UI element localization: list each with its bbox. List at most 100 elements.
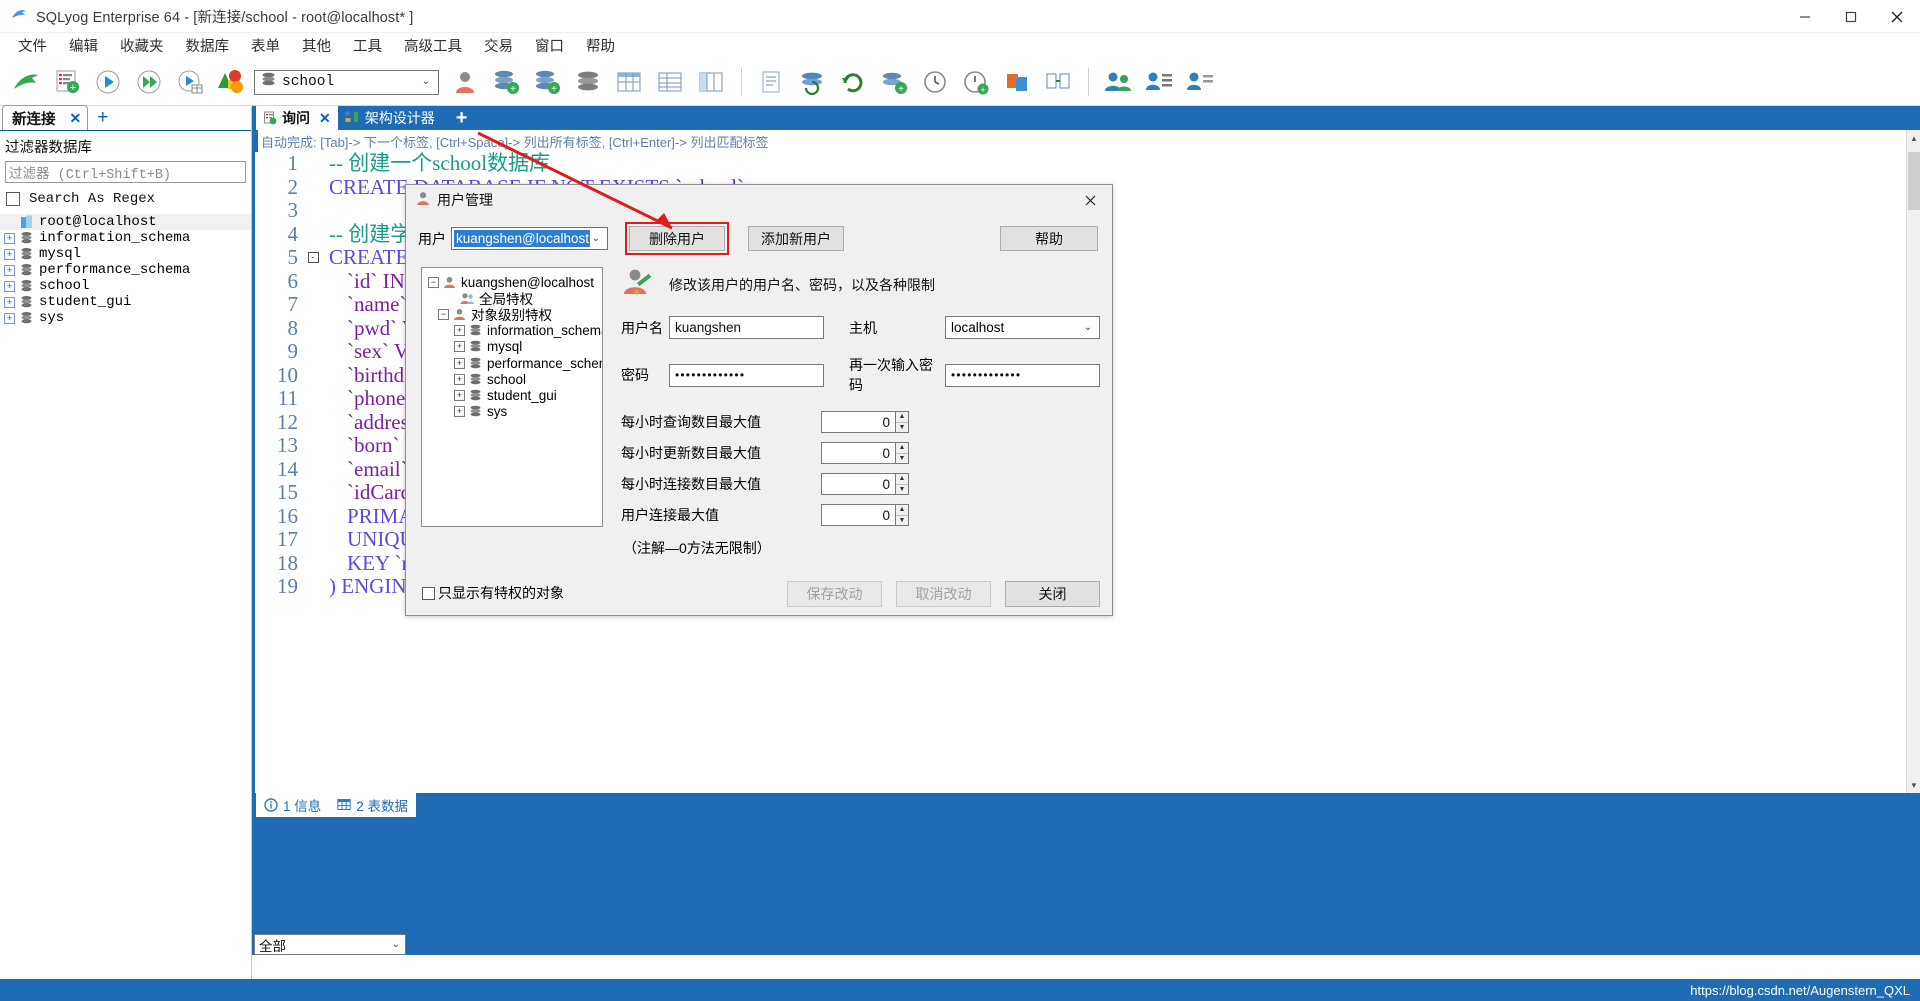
manage-users-list-icon[interactable] <box>1139 62 1179 102</box>
max-connections-stepper[interactable]: 0 ▲ ▼ <box>821 473 909 495</box>
schedule-job-icon[interactable]: + <box>956 62 996 102</box>
connection-tab-new[interactable]: 新连接 ✕ <box>2 105 89 130</box>
minimize-button[interactable] <box>1782 0 1828 33</box>
menu-item-tools[interactable]: 工具 <box>342 33 393 58</box>
add-connection-button[interactable]: + <box>97 107 108 129</box>
expand-icon[interactable]: + <box>454 406 465 418</box>
menu-item-transaction[interactable]: 交易 <box>473 33 524 58</box>
stepper-up-icon[interactable]: ▲ <box>896 443 908 454</box>
password-input[interactable]: ••••••••••••• <box>669 363 824 387</box>
tree-node-database[interactable]: + sys <box>0 310 251 326</box>
tab-table-data[interactable]: 2 表数据 <box>329 793 417 817</box>
menu-item-window[interactable]: 窗口 <box>524 33 575 58</box>
menu-item-database[interactable]: 数据库 <box>175 33 241 58</box>
expand-icon[interactable]: + <box>4 232 15 244</box>
user-combo[interactable]: kuangshen@localhost ⌄ <box>451 227 608 250</box>
add-tab-button[interactable]: + <box>456 107 468 130</box>
max-queries-value[interactable]: 0 <box>821 411 895 433</box>
grid-view-icon[interactable] <box>650 62 690 102</box>
stepper-buttons[interactable]: ▲ ▼ <box>895 411 909 433</box>
menu-item-powertools[interactable]: 高级工具 <box>393 33 473 58</box>
expand-icon[interactable]: + <box>454 389 465 401</box>
create-table-icon[interactable]: + <box>527 62 567 102</box>
tree-node-root[interactable]: root@localhost <box>0 214 251 230</box>
collapse-icon[interactable]: − <box>438 308 449 320</box>
privileges-db-node[interactable]: + information_schema <box>428 323 602 339</box>
tree-node-database[interactable]: + school <box>0 278 251 294</box>
result-filter-combo[interactable]: 全部 ⌄ <box>254 934 406 955</box>
help-button[interactable]: 帮助 <box>1000 226 1098 251</box>
close-icon[interactable]: ✕ <box>319 110 331 127</box>
expand-icon[interactable]: + <box>454 373 465 385</box>
tree-node-database[interactable]: + performance_schema <box>0 262 251 278</box>
close-button[interactable] <box>1874 0 1920 33</box>
privileges-tree[interactable]: − kuangshen@localhost 全局特权 − 对象级别特权 + in… <box>421 267 603 527</box>
scheduled-backup-icon[interactable] <box>915 62 955 102</box>
stepper-up-icon[interactable]: ▲ <box>896 474 908 485</box>
new-sql-editor-icon[interactable] <box>751 62 791 102</box>
code-fold-icon[interactable]: - <box>307 246 319 269</box>
user-privileges-icon[interactable] <box>1180 62 1220 102</box>
stepper-buttons[interactable]: ▲ ▼ <box>895 473 909 495</box>
tree-node-database[interactable]: + mysql <box>0 246 251 262</box>
max-updates-stepper[interactable]: 0 ▲ ▼ <box>821 442 909 464</box>
menu-item-other[interactable]: 其他 <box>291 33 342 58</box>
search-as-regex-checkbox[interactable] <box>6 192 20 206</box>
privileges-db-node[interactable]: + student_gui <box>428 387 602 403</box>
menu-item-favorites[interactable]: 收藏夹 <box>109 33 175 58</box>
add-user-button[interactable]: 添加新用户 <box>748 226 844 251</box>
user-manager-toolbar-icon[interactable] <box>1098 62 1138 102</box>
privileges-db-node[interactable]: + performance_schema <box>428 355 602 371</box>
refresh-object-browser-icon[interactable] <box>568 62 608 102</box>
tab-query[interactable]: 询问 ✕ <box>256 106 338 130</box>
close-icon[interactable]: ✕ <box>70 110 82 127</box>
menu-item-table[interactable]: 表单 <box>240 33 291 58</box>
tree-node-database[interactable]: + student_gui <box>0 294 251 310</box>
confirm-password-input[interactable]: ••••••••••••• <box>945 363 1100 387</box>
stepper-buttons[interactable]: ▲ ▼ <box>895 442 909 464</box>
object-privileges-node[interactable]: − 对象级别特权 <box>428 306 602 323</box>
copy-database-icon[interactable] <box>997 62 1037 102</box>
menu-item-help[interactable]: 帮助 <box>575 33 626 58</box>
expand-icon[interactable]: + <box>4 312 15 324</box>
new-connection-icon[interactable] <box>6 62 46 102</box>
collapse-icon[interactable]: − <box>428 276 439 288</box>
expand-icon[interactable]: + <box>4 248 15 260</box>
privileges-db-node[interactable]: + mysql <box>428 339 602 355</box>
menu-item-edit[interactable]: 编辑 <box>58 33 109 58</box>
privileges-db-node[interactable]: + school <box>428 371 602 387</box>
cancel-changes-button[interactable]: 取消改动 <box>896 581 991 607</box>
username-input[interactable]: kuangshen <box>669 316 824 339</box>
show-privileged-only-checkbox[interactable] <box>422 586 435 600</box>
expand-icon[interactable]: + <box>4 280 15 292</box>
close-dialog-button[interactable]: 关闭 <box>1005 581 1100 607</box>
show-privileged-only-row[interactable]: 只显示有特权的对象 <box>422 583 564 603</box>
stepper-down-icon[interactable]: ▼ <box>896 423 908 433</box>
max-user-connections-value[interactable]: 0 <box>821 504 895 526</box>
expand-icon[interactable]: + <box>454 325 465 337</box>
sync-data-icon[interactable] <box>792 62 832 102</box>
scrollbar-thumb[interactable] <box>1908 152 1920 210</box>
menu-item-file[interactable]: 文件 <box>7 33 58 58</box>
expand-icon[interactable]: + <box>454 341 465 353</box>
maximize-button[interactable] <box>1828 0 1874 33</box>
execute-all-queries-icon[interactable] <box>129 62 169 102</box>
import-external-data-icon[interactable] <box>211 62 251 102</box>
create-database-icon[interactable]: + <box>486 62 526 102</box>
expand-icon[interactable]: + <box>454 357 465 369</box>
execute-query-to-grid-icon[interactable] <box>170 62 210 102</box>
search-as-regex-row[interactable]: Search As Regex <box>0 183 251 211</box>
expand-icon[interactable]: + <box>4 264 15 276</box>
tab-messages[interactable]: 1 信息 <box>256 793 330 817</box>
filter-input[interactable]: 过滤器 (Ctrl+Shift+B) <box>5 161 246 183</box>
new-query-icon[interactable]: + <box>47 62 87 102</box>
expand-icon[interactable]: + <box>4 296 15 308</box>
table-data-icon[interactable] <box>609 62 649 102</box>
form-view-icon[interactable] <box>691 62 731 102</box>
privileges-db-node[interactable]: + sys <box>428 404 602 420</box>
backup-database-icon[interactable]: + <box>874 62 914 102</box>
user-manager-icon[interactable] <box>445 62 485 102</box>
tree-node-database[interactable]: + information_schema <box>0 230 251 246</box>
stepper-up-icon[interactable]: ▲ <box>896 505 908 516</box>
tab-schema-designer[interactable]: 架构设计器 <box>338 106 442 130</box>
